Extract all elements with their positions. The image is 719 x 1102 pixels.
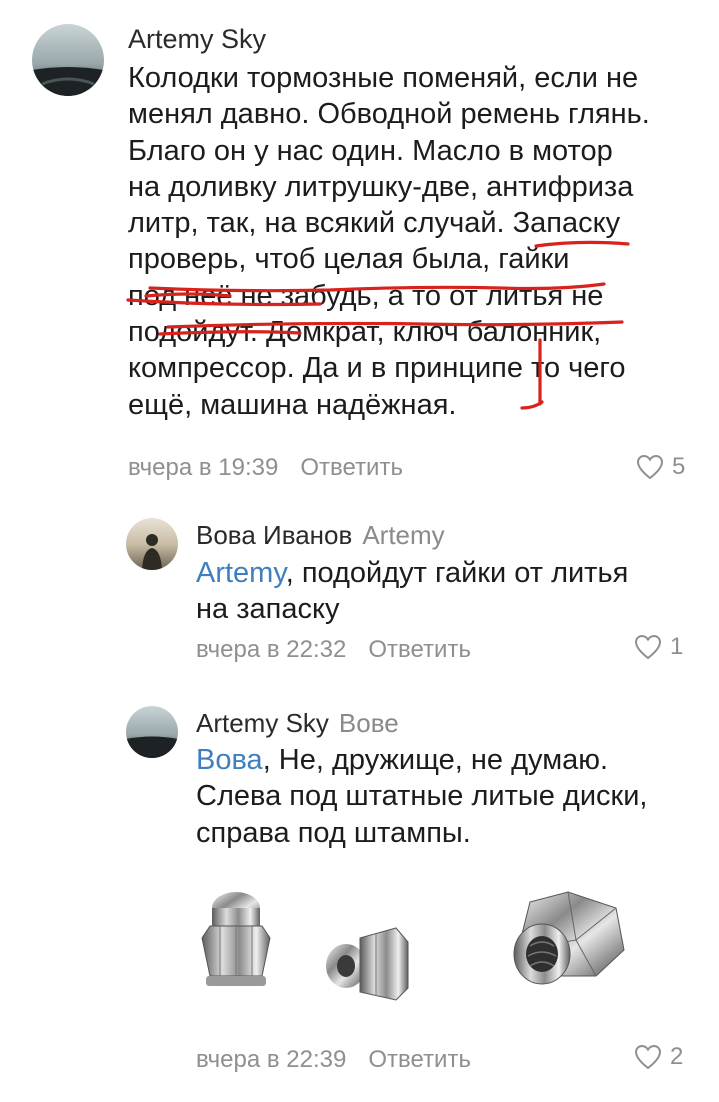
like-count: 5 bbox=[672, 453, 686, 480]
comment-author: Вова Иванов Artemy bbox=[196, 520, 445, 551]
like-count: 1 bbox=[670, 633, 684, 660]
annotation-underline bbox=[126, 240, 630, 410]
mention-link[interactable]: Artemy bbox=[196, 557, 286, 589]
attached-photo[interactable] bbox=[196, 880, 646, 1020]
comment-3: Artemy Sky Вове Вова, Не, дружище, не дум… bbox=[0, 690, 719, 1102]
comment-time: вчера в 22:39 bbox=[196, 1046, 347, 1073]
mention-link[interactable]: Вова bbox=[196, 744, 263, 776]
like-button[interactable]: 2 bbox=[634, 1043, 683, 1071]
heart-outline-icon bbox=[634, 1044, 662, 1070]
comment-author: Artemy Sky Вове bbox=[196, 708, 399, 739]
avatar[interactable] bbox=[126, 518, 178, 570]
like-button[interactable]: 1 bbox=[634, 633, 683, 661]
avatar[interactable] bbox=[126, 706, 178, 758]
like-count: 2 bbox=[670, 1043, 684, 1070]
comment-text: Artemy, подойдут гайки от литья на запас… bbox=[196, 555, 696, 628]
like-button[interactable]: 5 bbox=[636, 453, 685, 481]
reply-button[interactable]: Ответить bbox=[300, 454, 403, 481]
comment-line: на запаску bbox=[196, 593, 340, 626]
comment-meta: вчера в 19:39 Ответить bbox=[128, 454, 403, 482]
comment-1: Artemy Sky Колодки тормозные поменяй, ес… bbox=[0, 0, 719, 500]
author-name[interactable]: Artemy Sky bbox=[196, 708, 329, 738]
heart-outline-icon bbox=[636, 454, 664, 480]
comment-text: Вова, Не, дружище, не думаю. Слева под ш… bbox=[196, 742, 696, 851]
reply-to-name[interactable]: Artemy bbox=[362, 520, 444, 550]
reply-button[interactable]: Ответить bbox=[368, 1046, 471, 1073]
comment-time: вчера в 22:32 bbox=[196, 636, 347, 663]
reply-to-name[interactable]: Вове bbox=[339, 708, 399, 738]
comment-meta: вчера в 22:32 Ответить bbox=[196, 636, 471, 664]
comment-time: вчера в 19:39 bbox=[128, 454, 279, 481]
reply-button[interactable]: Ответить bbox=[368, 636, 471, 663]
comment-line: Artemy, подойдут гайки от литья bbox=[196, 557, 629, 589]
author-name[interactable]: Вова Иванов bbox=[196, 520, 352, 550]
comment-line: Слева под штатные литые диски, bbox=[196, 780, 648, 813]
comment-2: Вова Иванов Artemy Artemy, подойдут гайки… bbox=[0, 500, 719, 690]
comment-line: Вова, Не, дружище, не думаю. bbox=[196, 744, 609, 776]
heart-outline-icon bbox=[634, 634, 662, 660]
comment-line: справа под штампы. bbox=[196, 816, 471, 849]
comment-meta: вчера в 22:39 Ответить bbox=[196, 1046, 471, 1074]
